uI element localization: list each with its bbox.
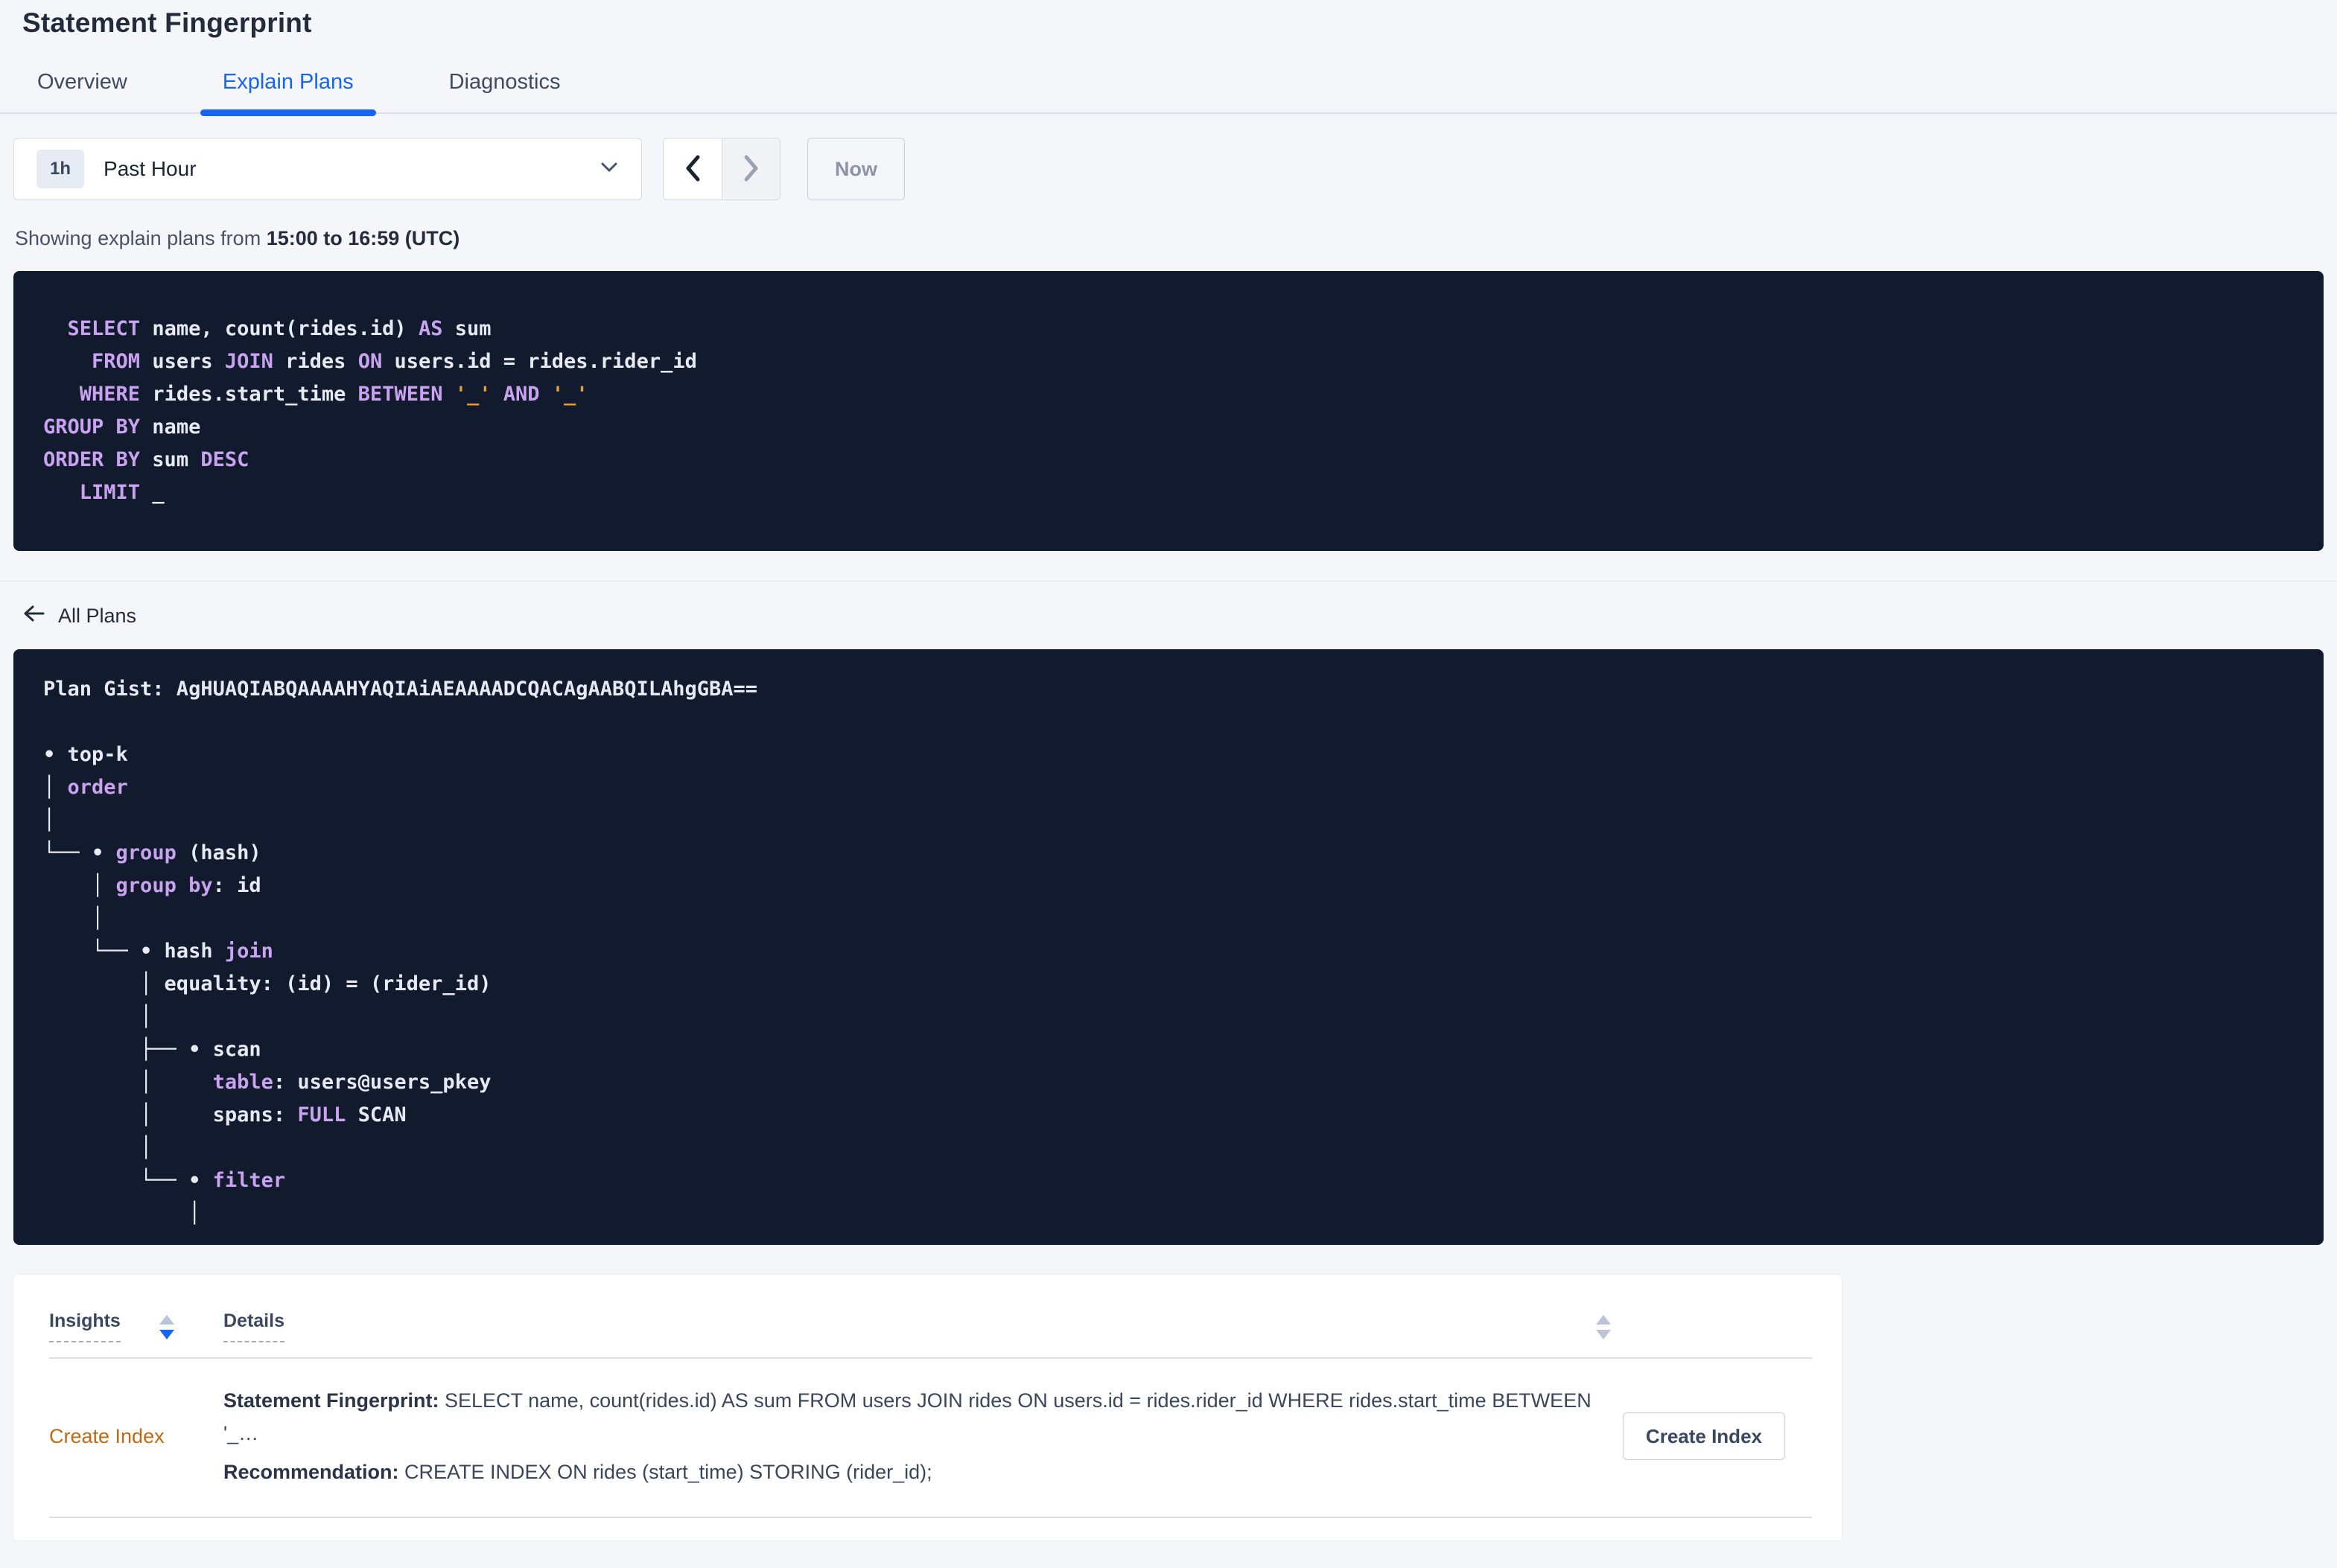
chevron-right-icon [742,154,761,185]
table-row-divider [49,1517,1812,1518]
time-pager [663,138,780,200]
code-line: ORDER BY sum DESC [43,448,249,471]
insights-table: Insights Details Create Index Statement … [13,1275,1842,1540]
code-line: LIMIT _ [79,481,165,504]
code-line: │ [43,1136,153,1159]
code-line: │ equality: (id) = (rider_id) [43,972,492,995]
sql-statement-block: SELECT name, count(rides.id) AS sum FROM… [13,271,2324,551]
chevron-left-icon [683,154,702,185]
details-column-header[interactable]: Details [223,1310,284,1342]
sort-indicator-right[interactable] [1596,1315,1611,1339]
code-line: │ [43,1202,201,1225]
status-time-range: 15:00 to 16:59 (UTC) [266,227,460,249]
all-plans-link[interactable]: All Plans [22,604,136,628]
code-line: │ [43,1005,153,1028]
code-line: │ [43,809,56,832]
plan-gist-block: Plan Gist: AgHUAQIABQAAAAHYAQIAiAEAAAADC… [13,649,2324,1245]
next-time-button[interactable] [722,138,780,200]
status-line: Showing explain plans from 15:00 to 16:5… [15,227,2337,250]
tabs-bar: Overview Explain Plans Diagnostics [0,70,2337,116]
time-range-badge: 1h [36,150,85,188]
statement-fingerprint-line: Statement Fingerprint: SELECT name, coun… [223,1384,1605,1450]
insights-column-header[interactable]: Insights [49,1310,121,1342]
code-line: SELECT name, count(rides.id) AS sum [67,317,492,340]
insights-table-header: Insights Details [49,1310,1812,1342]
sort-up-icon [1596,1315,1611,1325]
statement-fingerprint-label: Statement Fingerprint: [223,1389,439,1412]
table-row: Create Index Statement Fingerprint: SELE… [49,1359,1812,1517]
insight-details: Statement Fingerprint: SELECT name, coun… [223,1384,1605,1488]
time-toolbar: 1h Past Hour Now [13,138,2324,200]
tab-overview[interactable]: Overview [15,70,150,112]
code-line: │ [43,907,104,930]
code-line: │ table: users@users_pkey [43,1071,492,1094]
code-line: └── • group (hash) [43,841,261,864]
recommendation-text: CREATE INDEX ON rides (start_time) STORI… [398,1461,932,1483]
code-line: │ group by: id [43,874,261,897]
create-index-button[interactable]: Create Index [1622,1412,1785,1460]
all-plans-label: All Plans [58,605,137,627]
code-line: └── • filter [43,1169,286,1192]
code-line: │ spans: FULL SCAN [43,1103,407,1126]
code-line: WHERE rides.start_time BETWEEN '_' AND '… [79,383,588,406]
sort-down-icon [159,1330,174,1339]
code-line: │ order [43,776,128,799]
chevron-down-icon [598,160,620,179]
prev-time-button[interactable] [664,138,722,200]
code-line: • top-k [43,743,128,766]
sort-up-icon [159,1315,174,1325]
code-line: └── • hash join [43,940,273,963]
tab-explain-plans[interactable]: Explain Plans [200,70,376,116]
now-button[interactable]: Now [807,138,905,200]
status-prefix: Showing explain plans from [15,227,267,249]
back-arrow-icon [22,604,46,628]
code-line: ├── • scan [43,1038,261,1061]
time-range-dropdown[interactable]: 1h Past Hour [13,138,642,200]
recommendation-label: Recommendation: [223,1461,399,1483]
page-title: Statement Fingerprint [22,7,312,38]
code-line: GROUP BY name [43,415,201,439]
sort-indicator-insights[interactable] [159,1315,174,1339]
time-range-label: Past Hour [104,157,197,180]
tab-diagnostics[interactable]: Diagnostics [427,70,583,112]
insight-type-link[interactable]: Create Index [49,1425,223,1448]
recommendation-line: Recommendation: CREATE INDEX ON rides (s… [223,1456,1605,1488]
code-line: Plan Gist: AgHUAQIABQAAAAHYAQIAiAEAAAADC… [43,678,758,701]
code-line: FROM users JOIN rides ON users.id = ride… [92,350,697,373]
sort-down-icon [1596,1330,1611,1339]
